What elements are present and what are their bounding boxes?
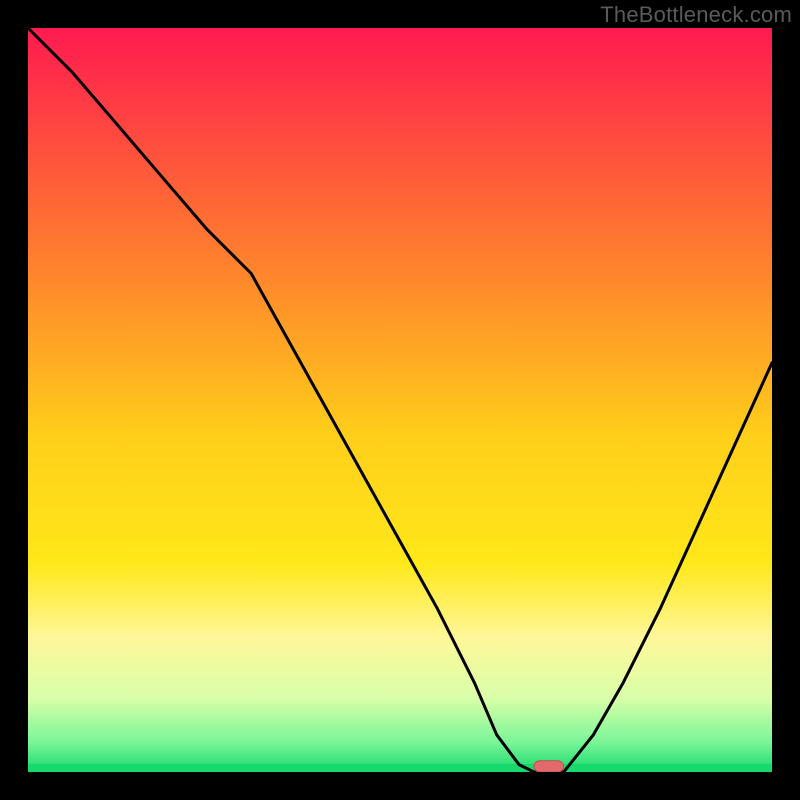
optimal-band [28,764,772,772]
optimal-marker [534,761,564,772]
chart-frame: TheBottleneck.com [0,0,800,800]
watermark-text: TheBottleneck.com [600,2,792,28]
gradient-background [28,28,772,772]
plot-svg [28,28,772,772]
plot-area [28,28,772,772]
